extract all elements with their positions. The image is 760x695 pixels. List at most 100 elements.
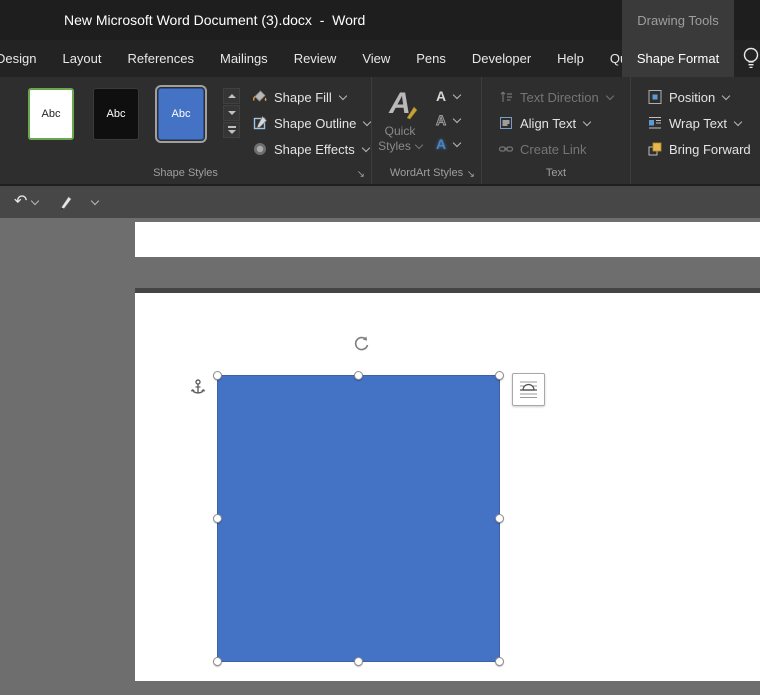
chevron-down-icon <box>452 90 462 99</box>
qat-customize-chevron-icon[interactable] <box>91 196 100 205</box>
shape-style-thumb-white[interactable]: Abc <box>28 88 74 140</box>
chevron-down-icon <box>414 140 424 150</box>
tab-mailings[interactable]: Mailings <box>207 40 281 77</box>
triangle-up-icon <box>227 94 236 98</box>
tab-review[interactable]: Review <box>281 40 350 77</box>
resize-handle-bottom-left[interactable] <box>213 657 222 666</box>
triangle-down-icon <box>227 111 236 115</box>
chevron-down-icon <box>722 91 731 100</box>
align-text-icon <box>500 117 512 129</box>
dialog-launcher-icon[interactable]: ↘ <box>467 170 475 180</box>
quick-styles-button[interactable]: A Quick Styles <box>372 84 428 156</box>
shape-effects-button[interactable]: Shape Effects <box>248 136 374 162</box>
group-text: Text Direction Align Text Create Link Te… <box>482 77 631 184</box>
dialog-launcher-icon[interactable]: ↘ <box>357 170 365 180</box>
word-window: New Microsoft Word Document (3).docx - W… <box>0 0 760 695</box>
text-direction-button[interactable]: Text Direction <box>494 84 630 110</box>
chevron-down-icon[interactable] <box>31 196 40 205</box>
chevron-down-icon <box>363 117 372 126</box>
wordart-styles-group-label: WordArt Styles <box>389 167 464 179</box>
gallery-scroll-down-button[interactable] <box>223 105 240 121</box>
chain-link-icon <box>498 146 514 152</box>
gallery-more-button[interactable] <box>223 122 240 138</box>
shape-effects-label: Shape Effects <box>274 141 355 157</box>
tab-design[interactable]: Design <box>0 40 49 77</box>
text-group-label: Text <box>545 167 567 179</box>
resize-handle-top-left[interactable] <box>213 371 222 380</box>
tab-references[interactable]: References <box>115 40 207 77</box>
pencil-outline-icon <box>253 115 267 130</box>
chevron-down-icon <box>452 114 462 123</box>
align-text-button[interactable]: Align Text <box>494 110 630 136</box>
text-effects-button[interactable]: A <box>430 132 464 156</box>
chevron-down-icon <box>582 117 592 126</box>
rotate-handle-icon[interactable] <box>352 334 371 353</box>
wrap-text-label: Wrap Text <box>669 115 728 131</box>
chevron-down-icon <box>338 91 348 100</box>
tab-shape-format[interactable]: Shape Format <box>622 40 734 77</box>
gallery-scroll-controls <box>223 88 240 162</box>
quick-styles-label-line2: Styles <box>378 139 411 153</box>
resize-handle-top-middle[interactable] <box>354 371 363 380</box>
paint-bucket-icon <box>253 90 267 102</box>
group-wordart-styles: A Quick Styles A A A WordArt Styles ↘ <box>372 77 482 184</box>
more-bar-icon <box>227 126 236 128</box>
text-effects-icon: A <box>435 136 447 152</box>
lightbulb-icon[interactable] <box>740 46 760 72</box>
text-direction-label: Text Direction <box>520 89 599 105</box>
bring-forward-icon <box>648 142 662 156</box>
text-fill-icon: A <box>435 88 447 104</box>
document-page[interactable] <box>135 293 760 681</box>
document-canvas-area <box>0 218 760 695</box>
tab-view[interactable]: View <box>349 40 403 77</box>
ink-pen-icon[interactable] <box>58 194 74 210</box>
pen-nib-icon <box>406 106 418 120</box>
window-title: New Microsoft Word Document (3).docx - W… <box>64 12 366 28</box>
wrap-text-icon <box>649 116 661 129</box>
shape-outline-button[interactable]: Shape Outline <box>248 110 374 136</box>
drawing-tools-contextual-label: Drawing Tools <box>622 0 734 40</box>
create-link-label: Create Link <box>520 141 587 157</box>
tab-pens[interactable]: Pens <box>403 40 459 77</box>
align-text-label: Align Text <box>520 115 577 131</box>
tab-layout[interactable]: Layout <box>49 40 114 77</box>
tab-help[interactable]: Help <box>544 40 597 77</box>
ribbon: Abc Abc Abc Shape Fill Shape Outline Sha… <box>0 77 760 184</box>
text-outline-icon: A <box>435 112 447 129</box>
position-icon <box>648 90 662 104</box>
resize-handle-top-right[interactable] <box>495 371 504 380</box>
group-arrange: Position Wrap Text Bring Forward <box>631 77 760 184</box>
resize-handle-bottom-middle[interactable] <box>354 657 363 666</box>
text-direction-icon <box>500 91 512 102</box>
resize-handle-bottom-right[interactable] <box>495 657 504 666</box>
triangle-down-icon <box>227 130 236 134</box>
layout-options-button[interactable] <box>512 373 545 406</box>
wrap-text-button[interactable]: Wrap Text <box>643 110 760 136</box>
shape-styles-group-label: Shape Styles <box>153 167 218 179</box>
gallery-scroll-up-button[interactable] <box>223 88 240 104</box>
position-button[interactable]: Position <box>643 84 760 110</box>
quick-access-toolbar: ↶ <box>0 184 760 218</box>
glow-effect-icon <box>254 143 266 155</box>
previous-page-bottom[interactable] <box>135 222 760 257</box>
shape-fill-button[interactable]: Shape Fill <box>248 84 374 110</box>
bring-forward-label: Bring Forward <box>669 141 751 157</box>
shape-style-thumb-black[interactable]: Abc <box>93 88 139 140</box>
shape-style-thumb-blue-selected[interactable]: Abc <box>155 85 207 143</box>
layout-options-icon <box>520 381 537 399</box>
create-link-button[interactable]: Create Link <box>494 136 630 162</box>
resize-handle-middle-left[interactable] <box>213 514 222 523</box>
resize-handle-middle-right[interactable] <box>495 514 504 523</box>
chevron-down-icon <box>452 138 462 147</box>
shape-style-gallery: Abc Abc Abc <box>0 85 223 162</box>
undo-icon[interactable]: ↶ <box>14 194 27 210</box>
selected-rectangle-shape[interactable] <box>217 375 500 662</box>
group-shape-styles: Abc Abc Abc Shape Fill Shape Outline Sha… <box>0 77 372 184</box>
text-fill-button[interactable]: A <box>430 84 464 108</box>
tab-developer[interactable]: Developer <box>459 40 544 77</box>
bring-forward-button[interactable]: Bring Forward <box>643 136 760 162</box>
ribbon-tab-bar: Design Layout References Mailings Review… <box>0 40 760 77</box>
text-outline-button[interactable]: A <box>430 108 464 132</box>
titlebar: New Microsoft Word Document (3).docx - W… <box>0 0 760 40</box>
shape-fill-label: Shape Fill <box>274 89 332 105</box>
